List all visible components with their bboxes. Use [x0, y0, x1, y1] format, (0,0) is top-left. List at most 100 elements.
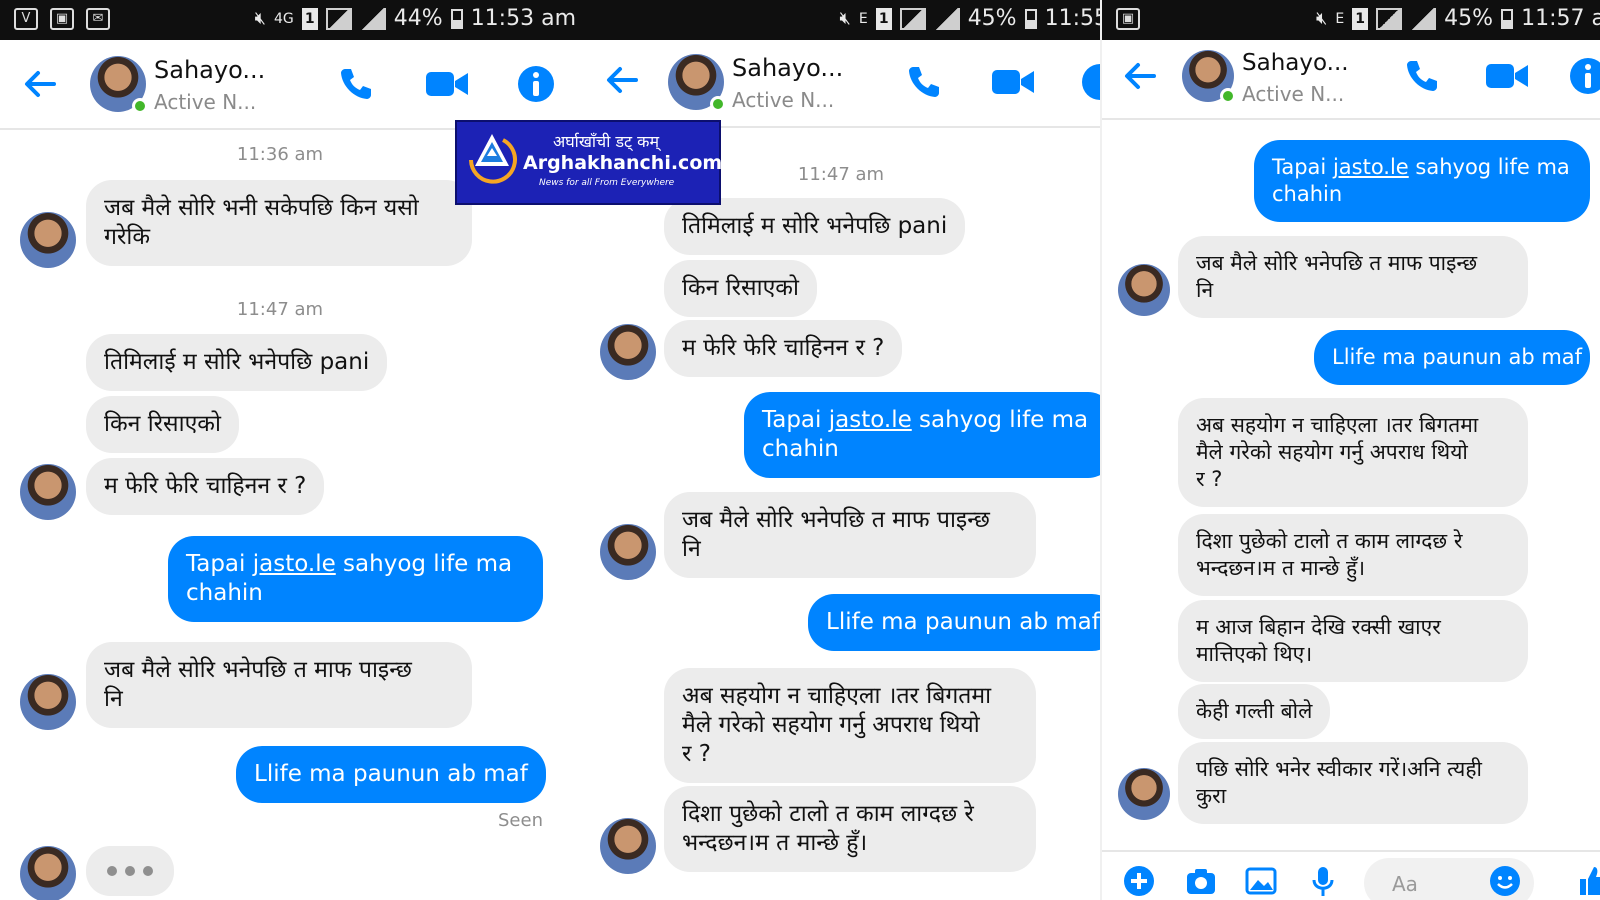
incoming-message: किन रिसाएको — [86, 396, 239, 453]
outgoing-message: Llife ma paunun ab maf — [808, 594, 1100, 651]
logo-emblem-icon — [469, 134, 517, 184]
video-call-icon[interactable] — [990, 62, 1036, 102]
incoming-message: दिशा पुछेको टालो त काम लाग्दछ रे भन्दछन।म… — [1178, 514, 1528, 596]
outgoing-message: Llife ma paunun ab maf — [1314, 330, 1590, 385]
incoming-message: तिमिलाई म सोरि भनेपछि pani — [664, 198, 966, 255]
signal-icon-2 — [933, 7, 960, 30]
battery-icon — [450, 8, 463, 29]
contact-avatar — [20, 674, 76, 730]
contact-avatar — [20, 212, 76, 268]
contact-avatar — [20, 846, 76, 900]
watermark-site-name: Arghakhanchi.com — [523, 152, 723, 174]
mail-notification-icon: ✉ — [86, 8, 110, 30]
contact-avatar — [600, 324, 656, 380]
network-type: 4G — [274, 10, 294, 27]
back-arrow-icon[interactable] — [1120, 56, 1160, 96]
phone-call-icon[interactable] — [904, 62, 944, 102]
status-bar: 🔇︎ E 1 45% 11:55 — [582, 0, 1100, 40]
watermark-tagline: News for all From Everywhere — [539, 178, 675, 188]
outgoing-message: Tapai jasto.le sahyog life ma chahin — [1254, 140, 1590, 222]
info-icon[interactable] — [516, 64, 556, 104]
mute-icon: 🔇︎ — [254, 8, 267, 29]
contact-name[interactable]: Sahayo... — [154, 56, 265, 84]
info-icon[interactable] — [1568, 56, 1600, 96]
incoming-message: म फेरि फेरि चाहिनन र ? — [664, 320, 903, 377]
camera-icon[interactable] — [1184, 864, 1218, 898]
message-composer: Aa — [1102, 850, 1600, 900]
signal-icon-2 — [359, 7, 386, 30]
incoming-message: म आज बिहान देखि रक्सी खाएर मात्तिएको थिए। — [1178, 600, 1528, 682]
sim-icon: 1 — [875, 7, 892, 30]
contact-avatar — [600, 818, 656, 874]
timestamp: 11:47 am — [236, 299, 324, 320]
info-icon[interactable] — [1080, 62, 1100, 102]
battery-icon — [1024, 8, 1037, 29]
plus-icon[interactable] — [1122, 864, 1156, 898]
network-type: E — [1335, 10, 1345, 27]
signal-icon — [899, 7, 926, 30]
typing-indicator — [86, 846, 174, 896]
chat-screenshot-3: ▣ 🔇︎ E 1 45% 11:57 ar Sahayo... Active N… — [1100, 0, 1600, 900]
conversation-header: Sahayo... Active N... — [0, 40, 582, 130]
incoming-message: अब सहयोग न चाहिएला ।तर बिगतमा मैले गरेको … — [664, 668, 1036, 783]
message-link[interactable]: jasto.le — [253, 551, 336, 577]
signal-icon — [325, 7, 352, 30]
phone-call-icon[interactable] — [336, 64, 376, 104]
network-type: E — [858, 10, 868, 27]
contact-avatar — [1118, 264, 1170, 316]
incoming-message: म फेरि फेरि चाहिनन र ? — [86, 458, 325, 515]
contact-avatar — [1118, 768, 1170, 820]
incoming-message: अब सहयोग न चाहिएला ।तर बिगतमा मैले गरेको … — [1178, 398, 1528, 507]
contact-name[interactable]: Sahayo... — [732, 54, 843, 82]
back-arrow-icon[interactable] — [20, 64, 60, 104]
watermark-nepali-text: अर्घाखाँची डट् कम् — [553, 132, 660, 151]
like-icon[interactable] — [1576, 864, 1600, 898]
phone-call-icon[interactable] — [1402, 56, 1442, 96]
incoming-message: पछि सोरि भनेर स्वीकार गरें।अनि त्यही कुरा — [1178, 742, 1528, 824]
online-indicator — [132, 98, 148, 114]
online-indicator — [710, 96, 726, 112]
outgoing-message: Llife ma paunun ab maf — [236, 746, 546, 803]
signal-icon-2 — [1410, 7, 1437, 30]
active-status: Active N... — [154, 90, 257, 114]
incoming-message: दिशा पुछेको टालो त काम लाग्दछ रे भन्दछन।म… — [664, 786, 1036, 872]
mute-icon: 🔇︎ — [839, 8, 851, 29]
back-arrow-icon[interactable] — [602, 60, 642, 100]
clock: 11:57 ar — [1521, 6, 1600, 31]
battery-percent: 45% — [967, 6, 1017, 31]
incoming-message: किन रिसाएको — [664, 260, 817, 317]
active-status: Active N... — [732, 88, 835, 112]
message-link[interactable]: jasto.le — [1333, 155, 1409, 179]
incoming-message: जब मैले सोरि भनी सकेपछि किन यसो गरेकि — [86, 180, 472, 266]
battery-percent: 44% — [393, 6, 443, 31]
gallery-notification-icon: ▣ — [50, 8, 74, 30]
gallery-notification-icon: ▣ — [1116, 8, 1140, 30]
message-link[interactable]: jasto.le — [829, 407, 912, 433]
sim-icon: 1 — [301, 7, 318, 30]
online-indicator — [1220, 88, 1236, 104]
contact-name[interactable]: Sahayo... — [1242, 50, 1349, 76]
contact-avatar — [20, 464, 76, 520]
signal-icon — [1376, 7, 1403, 30]
active-status: Active N... — [1242, 82, 1345, 106]
sim-icon: 1 — [1352, 7, 1369, 30]
incoming-message: जब मैले सोरि भनेपछि त माफ पाइन्छ नि — [664, 492, 1036, 578]
video-call-icon[interactable] — [1484, 56, 1530, 96]
watermark-logo: अर्घाखाँची डट् कम् Arghakhanchi.com News… — [455, 120, 723, 205]
battery-percent: 45% — [1444, 6, 1494, 31]
contact-avatar — [600, 524, 656, 580]
video-call-icon[interactable] — [424, 64, 470, 104]
battery-icon — [1501, 8, 1514, 29]
microphone-icon[interactable] — [1306, 864, 1340, 898]
status-bar: ▣ 🔇︎ E 1 45% 11:57 ar — [1102, 0, 1600, 40]
incoming-message: तिमिलाई म सोरि भनेपछि pani — [86, 334, 388, 391]
outgoing-message: Tapai jasto.le sahyog life ma chahin — [168, 536, 543, 622]
conversation-header: Sahayo... Active N... — [582, 40, 1100, 128]
mute-icon: 🔇︎ — [1315, 8, 1328, 29]
incoming-message: जब मैले सोरि भनेपछि त माफ पाइन्छ नि — [86, 642, 472, 728]
outgoing-message: Tapai jasto.le sahyog life ma chahin — [744, 392, 1100, 478]
app-notification-icon: V — [14, 8, 38, 30]
clock: 11:55 — [1044, 6, 1100, 31]
gallery-icon[interactable] — [1244, 864, 1278, 898]
emoji-icon[interactable] — [1488, 864, 1522, 898]
